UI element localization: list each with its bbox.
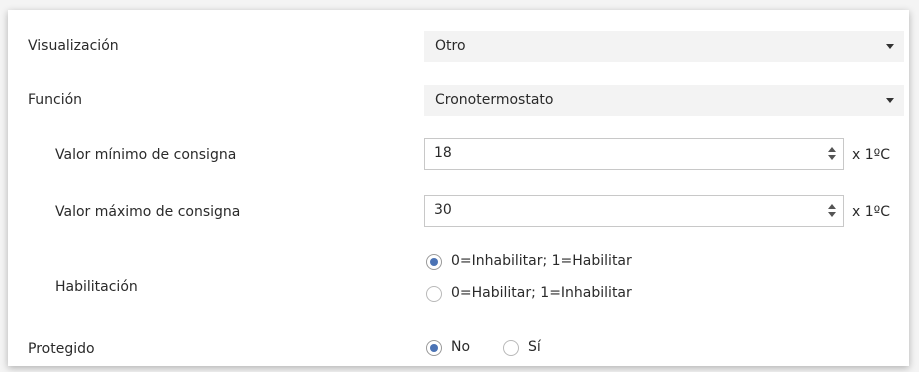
chevron-down-icon — [886, 44, 894, 49]
habilitacion-option-1-label: 0=Inhabilitar; 1=Habilitar — [451, 253, 632, 269]
visualizacion-label: Visualización — [28, 38, 119, 54]
valor-maximo-spinbox[interactable] — [424, 195, 844, 227]
protegido-option-no-label: No — [451, 339, 471, 355]
parameters-panel: Visualización Otro Función Cronotermosta… — [8, 10, 909, 366]
visualizacion-value: Otro — [435, 38, 466, 54]
valor-minimo-label: Valor mínimo de consigna — [55, 147, 237, 163]
valor-maximo-input[interactable] — [434, 202, 794, 218]
radio-unselected-icon[interactable] — [426, 286, 442, 302]
chevron-down-icon — [886, 98, 894, 103]
spinner-down-icon[interactable] — [828, 212, 836, 217]
visualizacion-dropdown[interactable]: Otro — [424, 31, 904, 62]
spinner-up-icon[interactable] — [828, 204, 836, 209]
funcion-value: Cronotermostato — [435, 92, 554, 108]
radio-selected-icon[interactable] — [426, 340, 442, 356]
protegido-option-si-label: Sí — [528, 339, 541, 355]
valor-minimo-input[interactable] — [434, 145, 794, 161]
spinner-arrows[interactable] — [827, 147, 837, 161]
spinner-up-icon[interactable] — [828, 147, 836, 152]
radio-selected-icon[interactable] — [426, 254, 442, 270]
spinner-arrows[interactable] — [827, 204, 837, 218]
valor-maximo-unit: x 1ºC — [852, 204, 891, 220]
habilitacion-label: Habilitación — [55, 279, 138, 295]
valor-maximo-label: Valor máximo de consigna — [55, 204, 241, 220]
funcion-label: Función — [28, 92, 83, 108]
protegido-label: Protegido — [28, 341, 95, 357]
habilitacion-option-2-label: 0=Habilitar; 1=Inhabilitar — [451, 285, 632, 301]
spinner-down-icon[interactable] — [828, 155, 836, 160]
valor-minimo-spinbox[interactable] — [424, 138, 844, 170]
funcion-dropdown[interactable]: Cronotermostato — [424, 85, 904, 116]
radio-unselected-icon[interactable] — [503, 340, 519, 356]
valor-minimo-unit: x 1ºC — [852, 147, 891, 163]
